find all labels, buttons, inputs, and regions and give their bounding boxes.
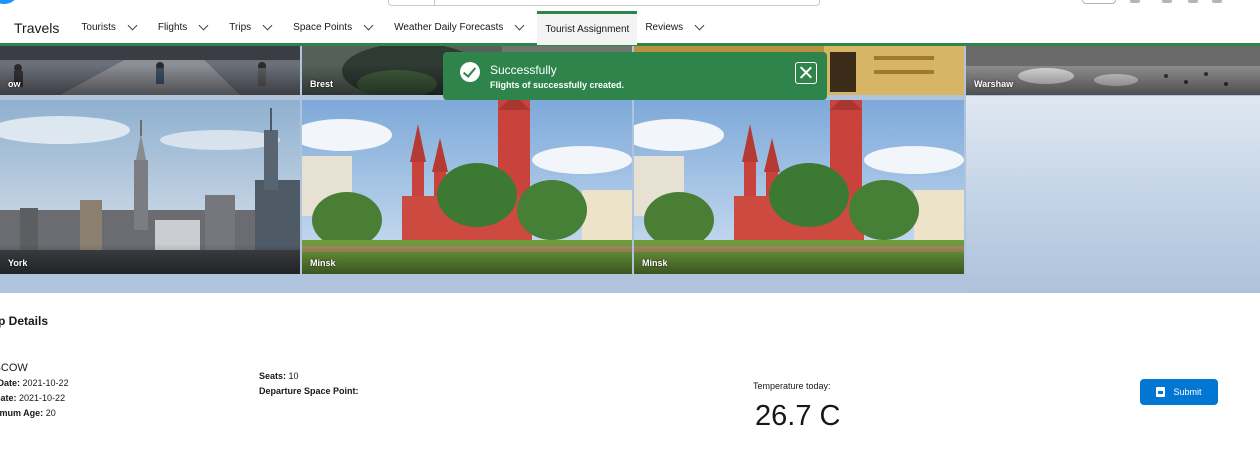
global-header bbox=[0, 0, 1260, 8]
submit-button[interactable]: Submit bbox=[1140, 379, 1218, 405]
chevron-down-icon[interactable] bbox=[198, 20, 209, 31]
minimum-age-value: 20 bbox=[45, 408, 56, 418]
add-icon[interactable] bbox=[1130, 0, 1140, 3]
success-toast: Successfully Flights of successfully cre… bbox=[443, 52, 827, 100]
success-check-icon bbox=[460, 62, 480, 82]
save-icon bbox=[1156, 387, 1166, 397]
temperature-value: 26.7 C bbox=[755, 400, 841, 432]
tile-new-york[interactable]: York bbox=[0, 100, 300, 274]
tab-flights[interactable]: Flights bbox=[150, 12, 221, 44]
tab-space-points[interactable]: Space Points bbox=[285, 12, 386, 44]
tile-label: Brest bbox=[310, 79, 334, 89]
seats-label: Seats: bbox=[259, 371, 287, 381]
departure-space-point-label: Departure Space Point: bbox=[259, 386, 359, 396]
tab-reviews[interactable]: Reviews bbox=[637, 12, 717, 44]
tab-label: Space Points bbox=[293, 22, 353, 33]
tab-weather-daily-forecasts[interactable]: Weather Daily Forecasts bbox=[386, 12, 537, 44]
global-search-input[interactable] bbox=[388, 0, 820, 6]
tile-minsk[interactable]: Minsk bbox=[302, 100, 632, 274]
end-date-label: Date: bbox=[0, 393, 17, 403]
tab-label: Tourist Assignment bbox=[545, 23, 630, 35]
tab-label: Tourists bbox=[81, 22, 116, 33]
tile-label: Minsk bbox=[642, 258, 668, 268]
notifications-bell-icon[interactable] bbox=[1212, 0, 1222, 3]
trip-city: OSCOW bbox=[0, 362, 28, 374]
tile-label: Warshaw bbox=[974, 79, 1014, 89]
minimum-age-row: imum Age: 20 bbox=[0, 408, 56, 418]
tab-label: Reviews bbox=[645, 22, 684, 33]
tile-label: Minsk bbox=[310, 258, 336, 268]
salesforce-logo-icon bbox=[0, 0, 16, 4]
departure-row: Departure Space Point: bbox=[259, 386, 359, 396]
chevron-down-icon[interactable] bbox=[127, 20, 138, 31]
help-icon[interactable] bbox=[1162, 0, 1172, 3]
tab-tourist-assignment[interactable]: Tourist Assignment bbox=[537, 10, 638, 45]
chevron-down-icon[interactable] bbox=[694, 20, 705, 31]
toast-title: Successfully bbox=[490, 63, 557, 77]
seats-value: 10 bbox=[288, 371, 299, 381]
seats-row: Seats: 10 bbox=[259, 371, 299, 381]
tile-label: ow bbox=[8, 79, 21, 89]
tile-label: York bbox=[8, 258, 28, 268]
toast-message: Flights of successfully created. bbox=[490, 80, 625, 90]
tab-trips[interactable]: Trips bbox=[221, 12, 285, 44]
app-name: Travels bbox=[14, 19, 60, 36]
favorites-button[interactable] bbox=[1082, 0, 1116, 4]
tile-minsk-2[interactable]: Minsk bbox=[634, 100, 964, 274]
chevron-down-icon[interactable] bbox=[514, 20, 525, 31]
end-date-value: 2021-10-22 bbox=[19, 393, 66, 403]
app-navigation-bar: Travels Tourists Flights Trips Space Poi… bbox=[0, 10, 1260, 46]
chevron-down-icon[interactable] bbox=[363, 20, 374, 31]
setup-gear-icon[interactable] bbox=[1188, 0, 1198, 3]
start-date-label: t Date: bbox=[0, 378, 21, 388]
tab-tourists[interactable]: Tourists bbox=[73, 12, 149, 44]
close-icon[interactable] bbox=[795, 62, 817, 84]
end-date-row: Date: 2021-10-22 bbox=[0, 393, 65, 403]
chevron-down-icon[interactable] bbox=[262, 20, 273, 31]
temperature-label: Temperature today: bbox=[753, 381, 831, 391]
submit-label: Submit bbox=[1173, 387, 1202, 397]
section-title: rip Details bbox=[0, 314, 49, 328]
start-date-row: t Date: 2021-10-22 bbox=[0, 378, 69, 388]
start-date-value: 2021-10-22 bbox=[22, 378, 69, 388]
tile-warshaw[interactable]: Warshaw bbox=[966, 46, 1260, 95]
minimum-age-label: imum Age: bbox=[0, 408, 44, 418]
tab-label: Trips bbox=[229, 22, 252, 33]
background-pattern bbox=[966, 96, 1260, 293]
tab-label: Flights bbox=[157, 22, 188, 33]
tile-moscow[interactable]: ow bbox=[0, 46, 300, 95]
tab-label: Weather Daily Forecasts bbox=[394, 22, 504, 33]
